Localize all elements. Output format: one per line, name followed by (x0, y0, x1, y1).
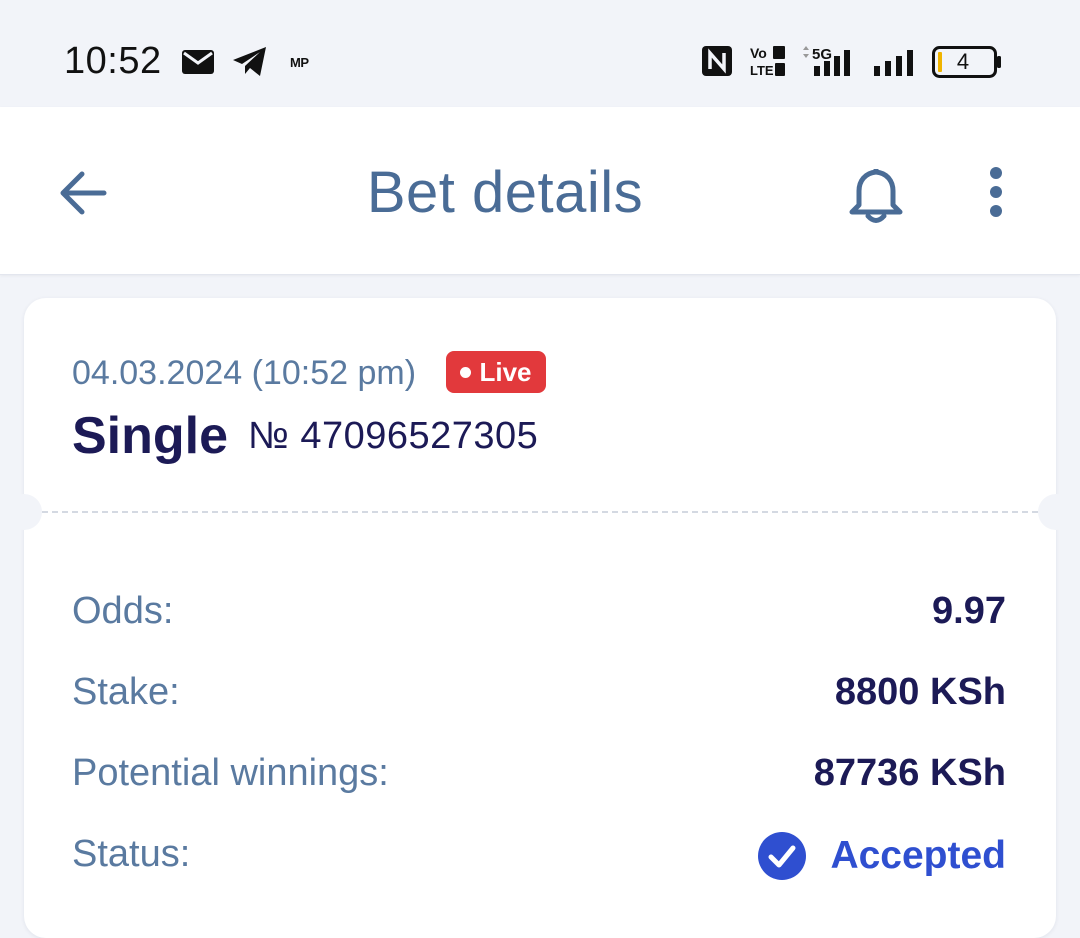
mail-icon (182, 50, 214, 79)
status-time: 10:52 (64, 40, 162, 82)
more-options-button[interactable] (978, 163, 1014, 227)
app-bar: Bet details (0, 107, 1080, 275)
status-label: Status: (72, 833, 191, 875)
volte-top-label: Vo (750, 45, 767, 61)
mp-icon: MP (290, 55, 309, 70)
live-label: Live (479, 356, 532, 387)
stake-label: Stake: (72, 671, 180, 713)
more-vertical-icon (990, 167, 1002, 217)
ticket-notch-right (1038, 494, 1074, 530)
odds-label: Odds: (72, 590, 174, 632)
signal-strength-icon (872, 46, 918, 83)
live-dot-icon (460, 366, 472, 378)
bet-date: 04.03.2024 (10:52 pm) (72, 354, 417, 392)
odds-value: 9.97 (932, 590, 1006, 632)
live-badge: Live (446, 351, 546, 393)
bet-type: Single (72, 407, 229, 465)
volte-bottom-label: LTE (750, 63, 774, 78)
ticket-divider (42, 511, 1038, 513)
notifications-button[interactable] (844, 163, 908, 227)
network-type-label: 5G (812, 46, 832, 63)
status-bar: 10:52 MP Vo LTE 5G 4 (0, 0, 1080, 107)
check-circle-icon (758, 832, 807, 880)
signal-5g-icon: 5G (800, 44, 860, 83)
battery-level: 4 (956, 49, 970, 74)
bet-number: № 47096527305 (248, 415, 539, 457)
telegram-icon (232, 46, 268, 83)
bell-icon (849, 168, 903, 223)
potential-winnings-value: 87736 KSh (813, 752, 1006, 794)
status-text: Accepted (830, 834, 1006, 877)
volte-icon: Vo LTE (748, 44, 788, 83)
bet-card: 04.03.2024 (10:52 pm) Live Single № 4709… (6, 298, 1074, 938)
nfc-icon (701, 45, 733, 82)
stake-value: 8800 KSh (834, 671, 1006, 713)
status-value: Accepted (758, 830, 1006, 882)
potential-winnings-label: Potential winnings: (72, 752, 389, 794)
ticket-notch-left (6, 494, 42, 530)
